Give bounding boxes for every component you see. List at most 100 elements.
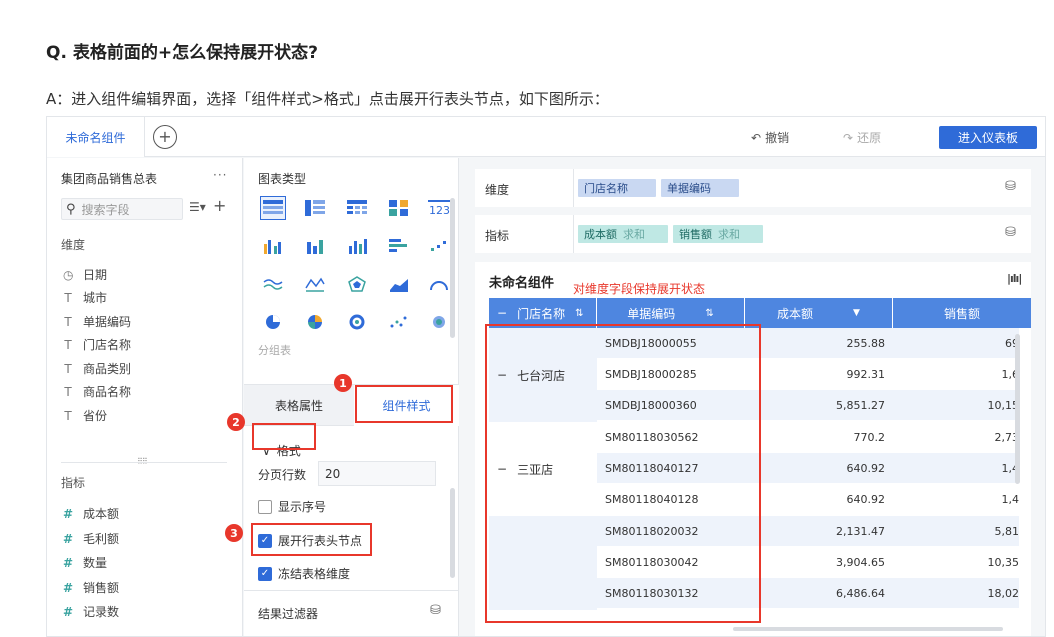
dimension-shelf-label: 维度: [485, 183, 510, 197]
table-cell: 6,486.64: [745, 578, 893, 609]
cross-table-icon[interactable]: [344, 196, 370, 220]
undo-button[interactable]: ↶ 撤销: [751, 129, 789, 146]
dimension-section-label: 维度: [61, 238, 86, 252]
rows-per-page-input[interactable]: 20: [318, 461, 436, 486]
redo-button[interactable]: ↷ 还原: [843, 129, 881, 146]
stacked-bar-icon[interactable]: [344, 234, 370, 258]
scatter-bar-icon[interactable]: [426, 234, 452, 258]
undo-icon: ↶: [751, 130, 762, 145]
filter-icon[interactable]: ⛁: [430, 603, 441, 618]
shelf-settings-icon[interactable]: ⛁: [1005, 225, 1016, 240]
freeze-dimension-checkbox[interactable]: ✓: [258, 566, 272, 581]
callout-badge: 1: [334, 374, 352, 392]
pie-chart-icon[interactable]: [260, 310, 286, 334]
data-panel: 集团商品销售总表 ··· ⚲ 搜索字段 ☰▾ + 维度 ◷ 日期 T 城市 T …: [47, 158, 243, 636]
text-type-icon: T: [64, 337, 72, 352]
divider: [573, 169, 574, 207]
plus-circle-icon[interactable]: +: [153, 125, 177, 149]
redo-label: 还原: [857, 131, 882, 145]
field-category[interactable]: T 商品类别: [63, 360, 131, 377]
field-product-name[interactable]: T 商品名称: [63, 383, 131, 400]
radar-chart-icon[interactable]: [344, 272, 370, 296]
field-doc-code[interactable]: T 单据编码: [63, 313, 131, 330]
table-cell: 10,35: [893, 547, 1019, 578]
search-input[interactable]: ⚲ 搜索字段: [61, 198, 183, 220]
vertical-scrollbar[interactable]: [1015, 334, 1020, 484]
field-province[interactable]: T 省份: [63, 407, 107, 424]
donut-chart-icon[interactable]: [344, 310, 370, 334]
dimension-shelf[interactable]: 维度 门店名称 单据编码 ⛁: [475, 169, 1031, 207]
text-type-icon: T: [64, 384, 72, 399]
area-chart-icon[interactable]: [386, 272, 412, 296]
collapse-all-icon[interactable]: −: [497, 306, 507, 320]
scrollbar[interactable]: [450, 488, 455, 578]
divider: [61, 462, 227, 463]
svg-text:123: 123: [429, 204, 450, 216]
field-city[interactable]: T 城市: [63, 289, 107, 306]
field-quantity[interactable]: # 数量: [63, 554, 107, 571]
question-title: Q. 表格前面的+怎么保持展开状态?: [46, 43, 318, 63]
measure-pill[interactable]: 成本额 求和: [578, 225, 668, 243]
scatter-chart-icon[interactable]: [386, 310, 412, 334]
show-serial-checkbox[interactable]: [258, 499, 272, 514]
number-type-icon: #: [63, 531, 74, 546]
highlight-box-format: [252, 423, 316, 450]
add-field-icon[interactable]: +: [213, 196, 226, 215]
group-table-icon[interactable]: [260, 196, 286, 220]
table-cell: 255.88: [745, 328, 893, 359]
text-type-icon: T: [64, 361, 72, 376]
field-store-name[interactable]: T 门店名称: [63, 336, 131, 353]
gauge-chart-icon[interactable]: [426, 272, 452, 296]
result-filter-label: 结果过滤器: [258, 607, 319, 621]
chart-toggle-icon[interactable]: |ılı|: [1007, 272, 1022, 285]
shelf-settings-icon[interactable]: ⛁: [1005, 179, 1016, 194]
horizontal-scrollbar[interactable]: [733, 627, 1003, 631]
field-record-count[interactable]: # 记录数: [63, 603, 119, 620]
grouped-bar-icon[interactable]: [260, 234, 286, 258]
more-icon[interactable]: ···: [213, 168, 227, 182]
table-cell: 640.92: [745, 453, 893, 484]
table-cell: 5,851.27: [745, 390, 893, 421]
field-cost[interactable]: # 成本额: [63, 505, 119, 522]
sort-icon[interactable]: ⇅: [575, 308, 583, 319]
measure-shelf[interactable]: 指标 成本额 求和 销售额 求和 ⛁: [475, 215, 1031, 253]
detail-table-icon[interactable]: [302, 196, 328, 220]
horizontal-bar-icon[interactable]: [386, 234, 412, 258]
show-serial-option[interactable]: 显示序号: [258, 498, 326, 515]
measure-pill[interactable]: 销售额 求和: [673, 225, 763, 243]
text-type-icon: T: [64, 408, 72, 423]
table-cell: 69: [893, 328, 1019, 359]
number-type-icon: #: [63, 580, 74, 595]
field-gross-profit[interactable]: # 毛利额: [63, 530, 119, 547]
number-card-icon[interactable]: 123: [426, 196, 452, 220]
callout-badge: 2: [227, 413, 245, 431]
chart-type-name: 分组表: [258, 344, 291, 357]
dataset-title: 集团商品销售总表: [61, 172, 158, 186]
line-chart-icon[interactable]: [302, 272, 328, 296]
rose-chart-icon[interactable]: [302, 310, 328, 334]
scrollbar[interactable]: [450, 198, 455, 338]
tab-widget[interactable]: 未命名组件: [47, 117, 145, 157]
column-header-sales[interactable]: 销售额: [893, 298, 1031, 328]
column-header-cost[interactable]: 成本额 ▼: [745, 298, 893, 328]
bubble-chart-icon[interactable]: [426, 310, 452, 334]
sort-icon[interactable]: ⇅: [705, 308, 713, 319]
table-cell: 640.92: [745, 484, 893, 515]
enter-dashboard-button[interactable]: 进入仪表板: [939, 126, 1037, 149]
dimension-pill[interactable]: 单据编码: [661, 179, 739, 197]
table-cell: 1,4: [893, 453, 1019, 484]
freeze-dimension-option[interactable]: ✓ 冻结表格维度: [258, 565, 350, 582]
bar-chart-icon[interactable]: [302, 234, 328, 258]
sort-fields-icon[interactable]: ☰▾: [189, 200, 206, 214]
field-sales[interactable]: # 销售额: [63, 579, 119, 596]
area-line-icon[interactable]: [260, 272, 286, 296]
tab-table-property[interactable]: 表格属性: [244, 385, 354, 425]
field-date[interactable]: ◷ 日期: [63, 266, 107, 283]
dimension-pill[interactable]: 门店名称: [578, 179, 656, 197]
kpi-table-icon[interactable]: [386, 196, 412, 220]
annotation-note: 对维度字段保持展开状态: [573, 282, 706, 296]
sort-desc-icon[interactable]: ▼: [853, 308, 860, 318]
highlight-box-expand: [251, 523, 372, 556]
result-filter-bar: 结果过滤器 ⛁: [244, 590, 459, 636]
search-placeholder: 搜索字段: [81, 202, 130, 217]
